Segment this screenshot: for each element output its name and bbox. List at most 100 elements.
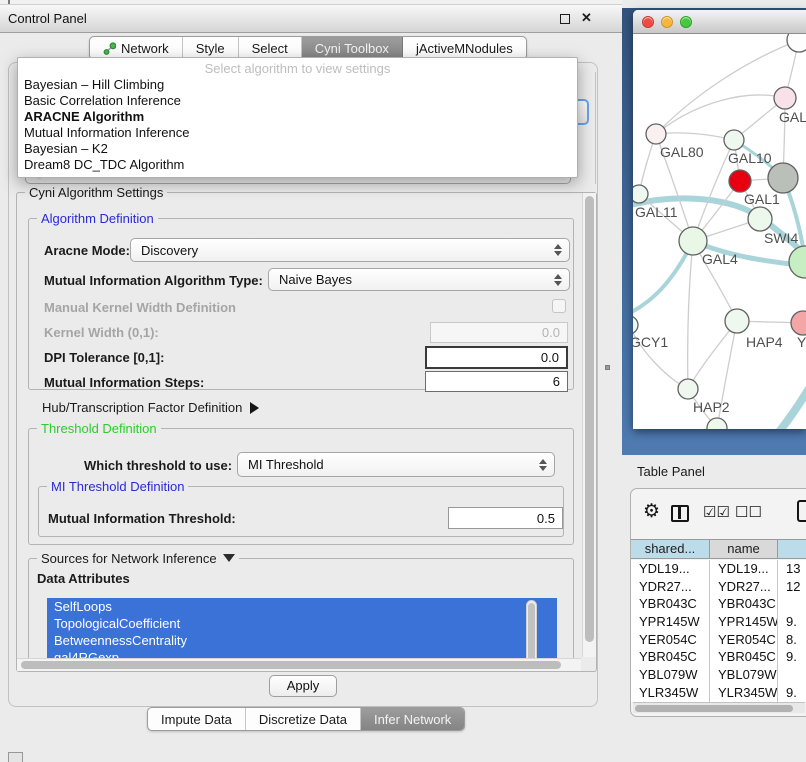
deselect-all-icon[interactable]: ☐☐ — [735, 503, 762, 521]
table-cell[interactable]: 9. — [778, 648, 806, 666]
network-node[interactable] — [774, 87, 796, 109]
table-row[interactable]: YDR27...YDR27...12 — [631, 578, 806, 596]
table-cell[interactable]: YDR27... — [710, 578, 778, 596]
float-window-icon[interactable] — [560, 14, 570, 24]
attribute-list-item[interactable]: gal4RGexp — [47, 649, 557, 658]
zoom-traffic-light-icon[interactable] — [680, 16, 692, 28]
network-node[interactable] — [789, 246, 806, 278]
close-traffic-light-icon[interactable] — [642, 16, 654, 28]
table-cell[interactable]: YDR27... — [631, 578, 710, 596]
network-node[interactable] — [646, 124, 666, 144]
table-cell[interactable]: YER054C — [631, 631, 710, 649]
table-row[interactable]: YPR145WYPR145W9. — [631, 613, 806, 631]
table-column-header[interactable] — [778, 540, 806, 558]
column-visibility-icon[interactable] — [671, 505, 689, 522]
table-cell[interactable]: YBR045C — [631, 648, 710, 666]
table-cell[interactable]: YPR145W — [631, 613, 710, 631]
network-node[interactable] — [724, 130, 744, 150]
attribute-list-item[interactable]: TopologicalCoefficient — [47, 615, 557, 632]
hub-definition-toggle[interactable]: Hub/Transcription Factor Definition — [42, 400, 259, 415]
export-table-icon[interactable] — [797, 500, 806, 522]
mi-steps-field[interactable]: 6 — [425, 371, 568, 392]
tab-infer-network[interactable]: Infer Network — [361, 708, 464, 730]
table-row[interactable]: YLR345WYLR345W9. — [631, 684, 806, 702]
network-window[interactable]: GALGAL80GAL10GAL1GAL11GAL4SWI4GCY1HAP4YH… — [633, 10, 806, 429]
tab-discretize-data[interactable]: Discretize Data — [246, 708, 361, 730]
table-cell[interactable]: YER054C — [710, 631, 778, 649]
algorithm-option[interactable]: ARACNE Algorithm — [18, 109, 577, 125]
which-threshold-combo[interactable]: MI Threshold — [237, 452, 555, 477]
network-canvas[interactable]: GALGAL80GAL10GAL1GAL11GAL4SWI4GCY1HAP4YH… — [633, 34, 806, 429]
attributes-scrollbar[interactable] — [526, 600, 537, 658]
table-cell[interactable]: YBR045C — [710, 648, 778, 666]
table-cell[interactable] — [778, 666, 806, 684]
table-cell[interactable]: 13 — [778, 560, 806, 578]
mi-threshold-field[interactable]: 0.5 — [448, 507, 563, 529]
apply-button[interactable]: Apply — [269, 675, 337, 697]
algorithm-option[interactable]: Basic Correlation Inference — [18, 93, 577, 109]
table-column-header[interactable]: name — [710, 540, 778, 558]
network-node[interactable] — [633, 316, 638, 334]
select-all-icon[interactable]: ☑☑ — [703, 503, 730, 521]
network-node[interactable] — [725, 309, 749, 333]
tab-impute-data[interactable]: Impute Data — [148, 708, 246, 730]
network-node[interactable] — [678, 379, 698, 399]
table-cell[interactable]: 9. — [778, 613, 806, 631]
dpi-tolerance-field[interactable]: 0.0 — [425, 346, 568, 369]
table-horizontal-scrollbar[interactable] — [633, 702, 805, 713]
table-row[interactable]: YDL19...YDL19...13 — [631, 560, 806, 578]
network-node[interactable] — [787, 34, 806, 52]
table-cell[interactable]: YDL19... — [631, 560, 710, 578]
minimized-panel-chip[interactable] — [8, 752, 23, 762]
network-node[interactable] — [633, 185, 648, 203]
algorithm-definition-title: Algorithm Definition — [37, 211, 158, 226]
table-column-header[interactable]: shared... — [631, 540, 710, 558]
manual-kernel-label: Manual Kernel Width Definition — [44, 300, 236, 315]
table-cell[interactable]: YPR145W — [710, 613, 778, 631]
table-cell[interactable]: YDL19... — [710, 560, 778, 578]
network-window-titlebar[interactable] — [633, 10, 806, 34]
table-toolbar: ⚙ ☑☑ ☐☐ — [631, 489, 806, 539]
settings-horizontal-scrollbar[interactable] — [17, 658, 581, 671]
network-node[interactable] — [748, 207, 772, 231]
table-row[interactable]: YBR043CYBR043C — [631, 595, 806, 613]
tab-style[interactable]: Style — [183, 37, 239, 59]
sources-group-title[interactable]: Sources for Network Inference — [37, 551, 239, 566]
manual-kernel-checkbox[interactable] — [552, 299, 566, 313]
table-cell[interactable]: YBR043C — [631, 595, 710, 613]
split-pane-grip[interactable] — [605, 365, 610, 370]
algorithm-option[interactable]: Mutual Information Inference — [18, 125, 577, 141]
table-cell[interactable]: YBL079W — [710, 666, 778, 684]
tab-jactivemnodules[interactable]: jActiveMNodules — [403, 37, 526, 59]
network-node[interactable] — [729, 170, 751, 192]
tab-cyni-toolbox[interactable]: Cyni Toolbox — [302, 37, 403, 59]
mi-type-combo[interactable]: Naive Bayes — [268, 268, 570, 291]
table-cell[interactable]: YBL079W — [631, 666, 710, 684]
kernel-width-field[interactable]: 0.0 — [430, 322, 568, 343]
algorithm-option[interactable]: Bayesian – Hill Climbing — [18, 77, 577, 93]
settings-gear-icon[interactable]: ⚙ — [643, 502, 660, 522]
minimize-traffic-light-icon[interactable] — [661, 16, 673, 28]
table-cell[interactable]: 12 — [778, 578, 806, 596]
close-icon[interactable]: ✕ — [581, 10, 592, 26]
table-cell[interactable]: 9. — [778, 684, 806, 702]
attribute-list-item[interactable]: SelfLoops — [47, 598, 557, 615]
table-cell[interactable] — [778, 595, 806, 613]
attribute-list-item[interactable]: BetweennessCentrality — [47, 632, 557, 649]
table-cell[interactable]: 8. — [778, 631, 806, 649]
table-row[interactable]: YBR045CYBR045C9. — [631, 648, 806, 666]
algorithm-option[interactable]: Bayesian – K2 — [18, 141, 577, 157]
table-cell[interactable]: YBR043C — [710, 595, 778, 613]
aracne-mode-combo[interactable]: Discovery — [130, 238, 570, 262]
table-cell[interactable]: YLR345W — [631, 684, 710, 702]
tab-network[interactable]: Network — [90, 37, 183, 59]
network-edge — [761, 382, 806, 429]
network-node[interactable] — [791, 311, 806, 335]
table-row[interactable]: YBL079WYBL079W — [631, 666, 806, 684]
table-row[interactable]: YER054CYER054C8. — [631, 631, 806, 649]
network-node[interactable] — [768, 163, 798, 193]
table-cell[interactable]: YLR345W — [710, 684, 778, 702]
tab-select[interactable]: Select — [239, 37, 302, 59]
algorithm-option[interactable]: Dream8 DC_TDC Algorithm — [18, 157, 577, 173]
settings-vertical-scrollbar[interactable] — [582, 193, 596, 657]
